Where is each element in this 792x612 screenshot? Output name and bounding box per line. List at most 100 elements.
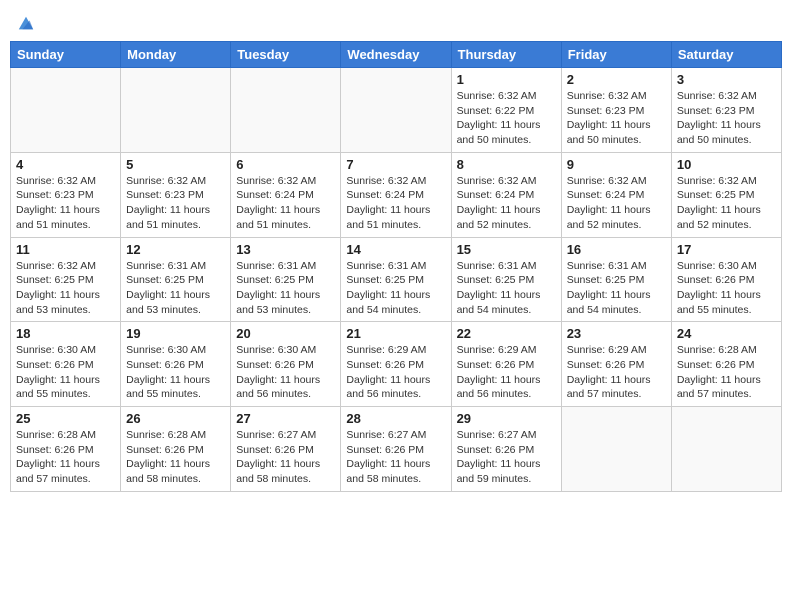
logo [15,15,35,33]
day-number: 17 [677,242,776,257]
day-number: 20 [236,326,335,341]
day-info: Sunrise: 6:32 AM Sunset: 6:23 PM Dayligh… [677,89,776,148]
calendar-cell: 26 Sunrise: 6:28 AM Sunset: 6:26 PM Dayli… [121,407,231,492]
calendar-cell: 24 Sunrise: 6:28 AM Sunset: 6:26 PM Dayli… [671,322,781,407]
calendar-header-thursday: Thursday [451,42,561,68]
calendar-cell: 12 Sunrise: 6:31 AM Sunset: 6:25 PM Dayli… [121,237,231,322]
calendar-cell: 23 Sunrise: 6:29 AM Sunset: 6:26 PM Dayli… [561,322,671,407]
calendar-cell [671,407,781,492]
calendar-week-3: 18Sunrise: 6:30 AM Sunset: 6:26 PM Dayli… [11,322,782,407]
calendar-cell: 14 Sunrise: 6:31 AM Sunset: 6:25 PM Dayli… [341,237,451,322]
day-info: Sunrise: 6:32 AM Sunset: 6:22 PM Dayligh… [457,89,556,148]
day-info: Sunrise: 6:32 AM Sunset: 6:24 PM Dayligh… [236,174,335,233]
day-info: Sunrise: 6:31 AM Sunset: 6:25 PM Dayligh… [236,259,335,318]
calendar-table: SundayMondayTuesdayWednesdayThursdayFrid… [10,41,782,492]
calendar-cell: 20 Sunrise: 6:30 AM Sunset: 6:26 PM Dayli… [231,322,341,407]
calendar-header-wednesday: Wednesday [341,42,451,68]
day-number: 9 [567,157,666,172]
calendar-header-friday: Friday [561,42,671,68]
calendar-cell: 4Sunrise: 6:32 AM Sunset: 6:23 PM Daylig… [11,152,121,237]
calendar-header-tuesday: Tuesday [231,42,341,68]
day-info: Sunrise: 6:27 AM Sunset: 6:26 PM Dayligh… [457,428,556,487]
calendar-cell: 3 Sunrise: 6:32 AM Sunset: 6:23 PM Daylig… [671,68,781,153]
calendar-cell [561,407,671,492]
day-number: 15 [457,242,556,257]
day-number: 25 [16,411,115,426]
calendar-cell: 22 Sunrise: 6:29 AM Sunset: 6:26 PM Dayli… [451,322,561,407]
calendar-week-4: 25 Sunrise: 6:28 AM Sunset: 6:26 PM Dayli… [11,407,782,492]
day-number: 29 [457,411,556,426]
day-info: Sunrise: 6:32 AM Sunset: 6:23 PM Dayligh… [126,174,225,233]
day-info: Sunrise: 6:31 AM Sunset: 6:25 PM Dayligh… [567,259,666,318]
calendar-header-saturday: Saturday [671,42,781,68]
day-info: Sunrise: 6:32 AM Sunset: 6:24 PM Dayligh… [346,174,445,233]
calendar-header-row: SundayMondayTuesdayWednesdayThursdayFrid… [11,42,782,68]
calendar-cell: 21 Sunrise: 6:29 AM Sunset: 6:26 PM Dayli… [341,322,451,407]
day-info: Sunrise: 6:28 AM Sunset: 6:26 PM Dayligh… [677,343,776,402]
day-info: Sunrise: 6:27 AM Sunset: 6:26 PM Dayligh… [236,428,335,487]
day-info: Sunrise: 6:32 AM Sunset: 6:25 PM Dayligh… [677,174,776,233]
calendar-cell [11,68,121,153]
day-number: 1 [457,72,556,87]
day-info: Sunrise: 6:31 AM Sunset: 6:25 PM Dayligh… [126,259,225,318]
day-number: 6 [236,157,335,172]
calendar-cell: 11 Sunrise: 6:32 AM Sunset: 6:25 PM Dayli… [11,237,121,322]
day-number: 5 [126,157,225,172]
calendar-cell: 27 Sunrise: 6:27 AM Sunset: 6:26 PM Dayli… [231,407,341,492]
calendar-cell: 2 Sunrise: 6:32 AM Sunset: 6:23 PM Daylig… [561,68,671,153]
day-number: 2 [567,72,666,87]
day-number: 13 [236,242,335,257]
calendar-cell: 16 Sunrise: 6:31 AM Sunset: 6:25 PM Dayli… [561,237,671,322]
day-info: Sunrise: 6:30 AM Sunset: 6:26 PM Dayligh… [236,343,335,402]
day-number: 16 [567,242,666,257]
day-info: Sunrise: 6:29 AM Sunset: 6:26 PM Dayligh… [346,343,445,402]
calendar-cell: 10 Sunrise: 6:32 AM Sunset: 6:25 PM Dayli… [671,152,781,237]
calendar-cell: 8 Sunrise: 6:32 AM Sunset: 6:24 PM Daylig… [451,152,561,237]
calendar-cell: 17 Sunrise: 6:30 AM Sunset: 6:26 PM Dayli… [671,237,781,322]
day-number: 27 [236,411,335,426]
calendar-header-sunday: Sunday [11,42,121,68]
day-info: Sunrise: 6:28 AM Sunset: 6:26 PM Dayligh… [16,428,115,487]
day-number: 7 [346,157,445,172]
day-number: 10 [677,157,776,172]
day-info: Sunrise: 6:29 AM Sunset: 6:26 PM Dayligh… [567,343,666,402]
calendar-week-2: 11 Sunrise: 6:32 AM Sunset: 6:25 PM Dayli… [11,237,782,322]
page-header [10,10,782,33]
day-number: 26 [126,411,225,426]
calendar-week-1: 4Sunrise: 6:32 AM Sunset: 6:23 PM Daylig… [11,152,782,237]
day-number: 8 [457,157,556,172]
calendar-cell [231,68,341,153]
calendar-cell: 1 Sunrise: 6:32 AM Sunset: 6:22 PM Daylig… [451,68,561,153]
logo-icon [17,15,35,33]
day-number: 12 [126,242,225,257]
day-info: Sunrise: 6:30 AM Sunset: 6:26 PM Dayligh… [16,343,115,402]
day-info: Sunrise: 6:30 AM Sunset: 6:26 PM Dayligh… [126,343,225,402]
calendar-cell [121,68,231,153]
day-info: Sunrise: 6:28 AM Sunset: 6:26 PM Dayligh… [126,428,225,487]
calendar-cell: 19 Sunrise: 6:30 AM Sunset: 6:26 PM Dayli… [121,322,231,407]
day-info: Sunrise: 6:32 AM Sunset: 6:24 PM Dayligh… [567,174,666,233]
day-info: Sunrise: 6:31 AM Sunset: 6:25 PM Dayligh… [346,259,445,318]
day-info: Sunrise: 6:30 AM Sunset: 6:26 PM Dayligh… [677,259,776,318]
day-number: 3 [677,72,776,87]
day-number: 23 [567,326,666,341]
day-number: 22 [457,326,556,341]
day-number: 24 [677,326,776,341]
day-info: Sunrise: 6:32 AM Sunset: 6:24 PM Dayligh… [457,174,556,233]
day-number: 21 [346,326,445,341]
calendar-cell: 9 Sunrise: 6:32 AM Sunset: 6:24 PM Daylig… [561,152,671,237]
day-info: Sunrise: 6:32 AM Sunset: 6:25 PM Dayligh… [16,259,115,318]
day-number: 28 [346,411,445,426]
calendar-cell: 25 Sunrise: 6:28 AM Sunset: 6:26 PM Dayli… [11,407,121,492]
calendar-header-monday: Monday [121,42,231,68]
calendar-cell: 5 Sunrise: 6:32 AM Sunset: 6:23 PM Daylig… [121,152,231,237]
day-number: 14 [346,242,445,257]
day-number: 19 [126,326,225,341]
calendar-cell: 13 Sunrise: 6:31 AM Sunset: 6:25 PM Dayli… [231,237,341,322]
calendar-cell [341,68,451,153]
day-info: Sunrise: 6:32 AM Sunset: 6:23 PM Dayligh… [16,174,115,233]
calendar-cell: 28Sunrise: 6:27 AM Sunset: 6:26 PM Dayli… [341,407,451,492]
day-number: 11 [16,242,115,257]
day-info: Sunrise: 6:32 AM Sunset: 6:23 PM Dayligh… [567,89,666,148]
day-info: Sunrise: 6:29 AM Sunset: 6:26 PM Dayligh… [457,343,556,402]
